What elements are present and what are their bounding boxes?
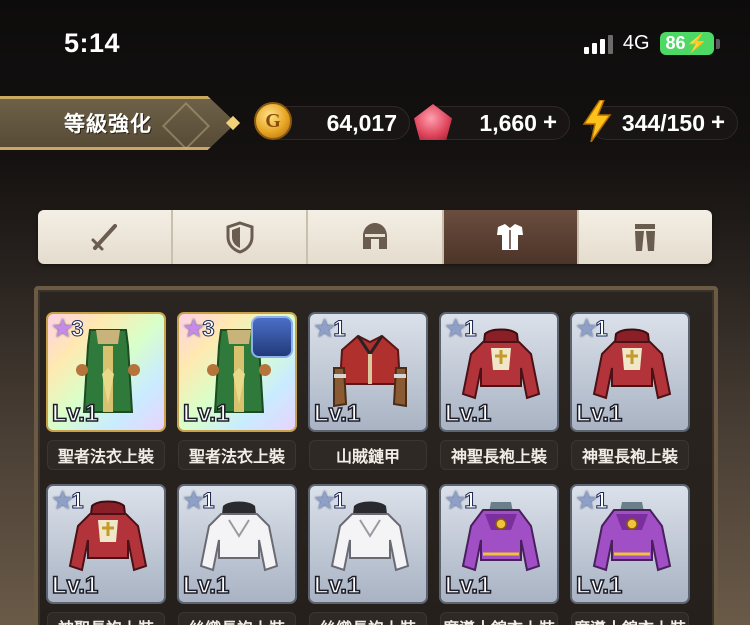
star-count: 1 (464, 488, 477, 514)
star-count: 1 (333, 316, 346, 342)
star-count: 3 (202, 316, 215, 342)
equipment-card[interactable]: ★ 1 Lv.1 (308, 484, 428, 604)
equipment-item[interactable]: ★ 1 Lv.1 魔導士錦衣上裝 (439, 484, 559, 625)
leg-armor-icon (635, 224, 656, 251)
equipment-item[interactable]: ★ 1 Lv.1 山賊鏈甲 (308, 312, 428, 470)
battery-indicator: 86⚡ (659, 32, 714, 55)
star-count: 1 (202, 488, 215, 514)
equipment-card[interactable]: ★ 1 Lv.1 (570, 484, 690, 604)
item-name: 神聖長袍上裝 (571, 440, 689, 470)
tab-body-armor[interactable] (443, 210, 579, 264)
sword-icon (91, 224, 117, 251)
network-type: 4G (622, 32, 650, 54)
tab-helmet[interactable] (308, 210, 444, 264)
equipment-item[interactable]: ★ 3 Lv.1 聖者法衣上裝 (46, 312, 166, 470)
equipment-card[interactable]: ★ 1 Lv.1 (439, 312, 559, 432)
rarity-star-badge: ★ 1 (51, 488, 84, 515)
screen-title: 等級強化 (64, 112, 152, 136)
equipment-item[interactable]: ★ 1 Lv.1 魔導士錦衣上裝 (570, 484, 690, 625)
equipped-character-avatar (251, 316, 293, 358)
item-name: 魔導士錦衣上裝 (440, 612, 558, 625)
item-level: Lv.1 (51, 571, 99, 600)
tab-shield[interactable] (173, 210, 309, 264)
helmet-icon (363, 223, 387, 249)
item-name: 山賊鏈甲 (309, 440, 427, 470)
item-level: Lv.1 (444, 399, 492, 428)
rarity-star-badge: ★ 3 (182, 316, 215, 343)
item-level: Lv.1 (182, 399, 230, 428)
stamina-amount: 344/150 (621, 109, 705, 136)
item-level: Lv.1 (51, 399, 99, 428)
rarity-star-badge: ★ 1 (575, 488, 608, 515)
equipment-item[interactable]: ★ 1 Lv.1 神聖長袍上裝 (570, 312, 690, 470)
equipment-card[interactable]: ★ 1 Lv.1 (177, 484, 297, 604)
star-count: 3 (71, 316, 84, 342)
item-level: Lv.1 (575, 571, 623, 600)
lightning-bolt-icon (582, 100, 612, 142)
add-gems-button[interactable]: + (543, 109, 557, 137)
equipment-item[interactable]: ★ 1 Lv.1 絲織長袍上裝 (308, 484, 428, 625)
rarity-star-badge: ★ 3 (51, 316, 84, 343)
star-count: 1 (333, 488, 346, 514)
rarity-star-badge: ★ 1 (575, 316, 608, 343)
body-armor-icon (497, 224, 524, 250)
cellular-signal-icon (583, 34, 613, 54)
item-level: Lv.1 (182, 571, 230, 600)
equipment-card[interactable]: ★ 1 Lv.1 (308, 312, 428, 432)
rarity-star-badge: ★ 1 (182, 488, 215, 515)
status-time: 5:14 (64, 28, 121, 58)
screen-title-plate: 等級強化 (0, 96, 236, 150)
equipment-category-tabs (38, 210, 712, 264)
equipment-card[interactable]: ★ 1 Lv.1 (570, 312, 690, 432)
add-stamina-button[interactable]: + (711, 109, 725, 137)
gold-coin-icon: G (254, 102, 292, 140)
item-name: 魔導士錦衣上裝 (571, 612, 689, 625)
rarity-star-badge: ★ 1 (313, 488, 346, 515)
equipment-item[interactable]: ★ 3 Lv.1 聖者法衣上裝 (177, 312, 297, 470)
star-count: 1 (595, 316, 608, 342)
rarity-star-badge: ★ 1 (313, 316, 346, 343)
item-level: Lv.1 (444, 571, 492, 600)
item-name: 神聖長袍上裝 (440, 440, 558, 470)
item-name: 聖者法衣上裝 (47, 440, 165, 470)
item-name: 聖者法衣上裝 (178, 440, 296, 470)
equipment-card[interactable]: ★ 3 Lv.1 (46, 312, 166, 432)
equipment-card[interactable]: ★ 1 Lv.1 (439, 484, 559, 604)
battery-level: 86 (665, 33, 686, 53)
shield-icon (226, 221, 254, 254)
status-indicators: 4G 86⚡ (583, 32, 720, 55)
equipment-item[interactable]: ★ 1 Lv.1 絲織長袍上裝 (177, 484, 297, 625)
tab-weapon[interactable] (38, 210, 174, 264)
equipment-grid: ★ 3 Lv.1 聖者法衣上裝 ★ 3 Lv.1 聖者法衣上裝 ★ 1 Lv.1… (46, 312, 690, 625)
equipment-item[interactable]: ★ 1 Lv.1 神聖長袍上裝 (46, 484, 166, 625)
item-name: 絲織長袍上裝 (309, 612, 427, 625)
item-name: 神聖長袍上裝 (47, 612, 165, 625)
star-count: 1 (595, 488, 608, 514)
tab-leg-armor[interactable] (579, 210, 712, 264)
star-count: 1 (71, 488, 84, 514)
stamina-counter[interactable]: 344/150 + (590, 106, 738, 140)
gold-amount: 64,017 (326, 109, 397, 136)
battery-tip (716, 38, 720, 49)
star-count: 1 (464, 316, 477, 342)
rarity-star-badge: ★ 1 (444, 316, 477, 343)
item-name: 絲織長袍上裝 (178, 612, 296, 625)
equipment-card[interactable]: ★ 3 Lv.1 (177, 312, 297, 432)
gem-amount: 1,660 (479, 109, 537, 136)
item-level: Lv.1 (575, 399, 623, 428)
item-level: Lv.1 (313, 571, 361, 600)
equipment-item[interactable]: ★ 1 Lv.1 神聖長袍上裝 (439, 312, 559, 470)
item-level: Lv.1 (313, 399, 361, 428)
rarity-star-badge: ★ 1 (444, 488, 477, 515)
equipment-card[interactable]: ★ 1 Lv.1 (46, 484, 166, 604)
